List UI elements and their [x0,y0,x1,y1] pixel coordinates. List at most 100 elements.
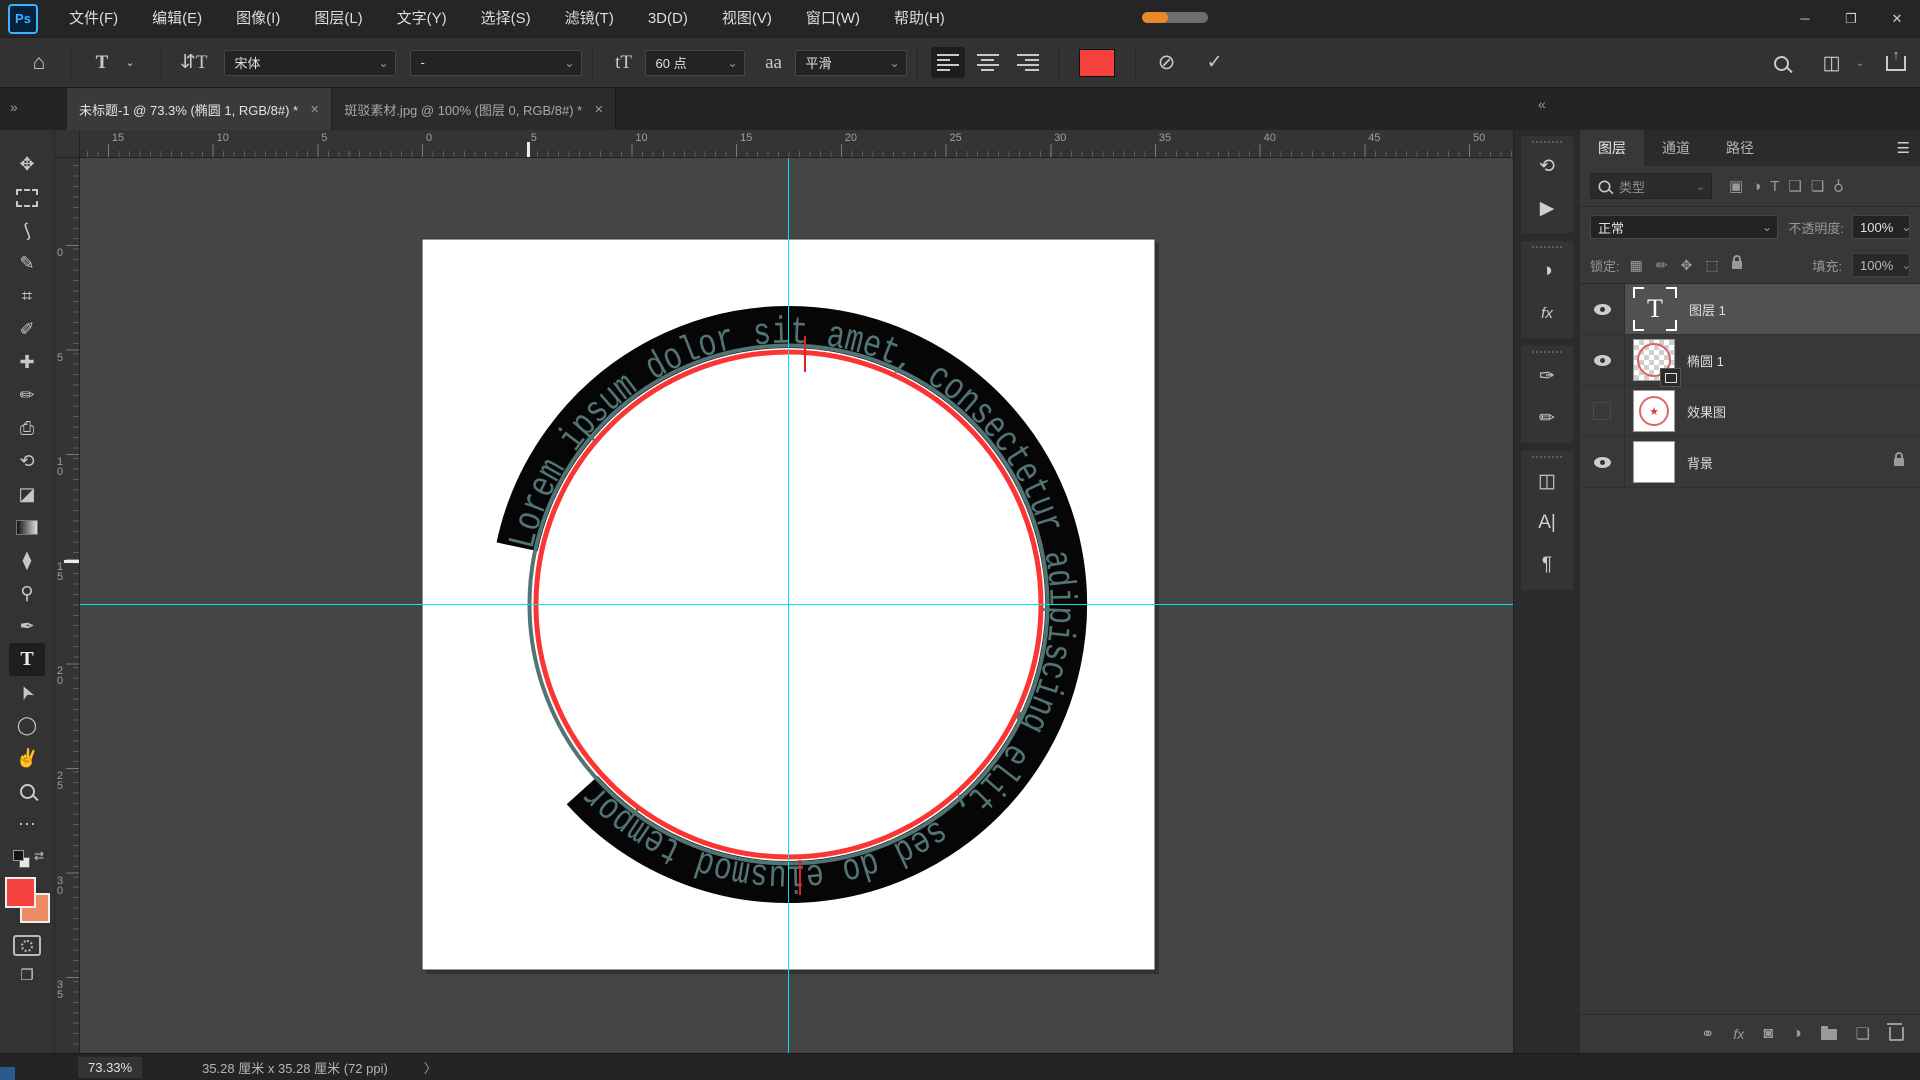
zoom-tool[interactable] [9,775,45,808]
home-icon[interactable]: ⌂ [26,51,52,75]
layer-content[interactable]: 椭圆 1 [1625,335,1920,385]
pen-tool[interactable]: ✒ [9,610,45,643]
close-tab-icon[interactable]: ✕ [594,103,603,116]
visibility-cell[interactable] [1580,386,1625,436]
menu-file[interactable]: 文件(F) [52,0,135,37]
type-tool-icon[interactable]: T [89,52,115,74]
new-layer-icon[interactable]: ❏ [1856,1024,1870,1044]
path-selection-tool[interactable]: ➤ [9,676,45,709]
lock-transparency-icon[interactable]: ▦ [1630,257,1643,274]
filter-smart-objects-icon[interactable]: ❏ [1811,177,1824,195]
actions-panel-icon[interactable]: ▶ [1521,187,1573,229]
crop-tool[interactable]: ⌗ [9,280,45,313]
ruler-horizontal[interactable]: 1510505101520253035404550 [80,130,1513,158]
opacity-select[interactable]: 100% ⌄ [1852,215,1910,239]
brush-settings-panel-icon[interactable]: ✑ [1521,355,1573,397]
menu-window[interactable]: 窗口(W) [789,0,877,37]
fill-select[interactable]: 100% ⌄ [1852,253,1910,277]
layer-thumbnail-shape[interactable] [1633,339,1675,381]
tab-layers[interactable]: 图层 [1580,130,1644,166]
eye-icon[interactable] [1594,304,1611,315]
gradient-tool[interactable] [9,511,45,544]
layer-style-icon[interactable]: fx [1733,1026,1744,1042]
layer-row[interactable]: ★效果图 [1580,386,1920,437]
filter-type-select[interactable]: 类型 ⌄ [1590,173,1712,199]
link-layers-icon[interactable]: ⚭ [1701,1024,1714,1044]
document-tab-1[interactable]: 未标题-1 @ 73.3% (椭圆 1, RGB/8#) *✕ [67,88,332,130]
add-layer-mask-icon[interactable]: ◙ [1763,1025,1773,1043]
search-icon[interactable] [1774,56,1789,71]
visibility-cell[interactable] [1580,335,1625,385]
tab-channels[interactable]: 通道 [1644,130,1708,166]
menu-layer[interactable]: 图层(L) [297,0,379,37]
align-right-button[interactable] [1011,47,1045,78]
eye-hidden-icon[interactable] [1593,402,1611,420]
workspace-switcher-icon[interactable]: ◫ [1819,52,1845,75]
menu-select[interactable]: 选择(S) [464,0,548,37]
font-family-select[interactable]: 宋体 ⌄ [224,50,396,76]
menu-filter[interactable]: 滤镜(T) [548,0,631,37]
zoom-level-field[interactable]: 73.33% [78,1057,142,1078]
paragraph-panel-icon[interactable]: ¶ [1521,544,1573,586]
ruler-vertical[interactable]: 05101520253035 [55,158,80,1053]
filter-adjustment-layers-icon[interactable]: ◑ [1752,178,1761,195]
canvas-viewport[interactable]: Lorem ipsum dolor sit amet, consectetur … [80,158,1513,1053]
menu-image[interactable]: 图像(I) [219,0,297,37]
drag-handle[interactable] [1532,141,1562,143]
menu-edit[interactable]: 编辑(E) [135,0,219,37]
anti-alias-select[interactable]: 平滑 ⌄ [795,50,907,76]
lasso-tool[interactable]: ʃ [9,214,45,247]
chevron-down-icon[interactable]: ⌄ [117,56,143,69]
add-adjustment-layer-icon[interactable]: ◑ [1792,1025,1802,1043]
lock-move-icon[interactable]: ✥ [1681,257,1693,274]
screen-mode-button[interactable]: ❐ [20,966,33,984]
visibility-cell[interactable] [1580,284,1625,334]
delete-layer-icon[interactable] [1889,1027,1904,1041]
layer-row[interactable]: T图层 1 [1580,284,1920,335]
layer-thumbnail-text[interactable]: T [1633,287,1677,331]
eye-icon[interactable] [1594,457,1611,468]
filter-shape-layers-icon[interactable]: ❑ [1788,177,1801,195]
filter-pixel-layers-icon[interactable]: ▣ [1729,177,1743,195]
layer-content[interactable]: ★效果图 [1625,386,1920,436]
character-panel-icon[interactable]: A| [1521,502,1573,544]
text-orientation-icon[interactable]: ⇵T [180,51,208,74]
ellipse-tool[interactable]: ◯ [9,709,45,742]
tab-paths[interactable]: 路径 [1708,130,1772,166]
menu-type[interactable]: 文字(Y) [380,0,464,37]
hand-tool[interactable]: ✌ [9,742,45,775]
type-tool[interactable]: T [9,643,45,676]
layer-thumbnail-image[interactable]: ★ [1633,390,1675,432]
commit-edits-icon[interactable]: ✓ [1202,51,1228,74]
align-center-button[interactable] [971,47,1005,78]
layer-thumbnail-background[interactable] [1633,441,1675,483]
clone-stamp-tool[interactable]: ⎙ [9,412,45,445]
healing-brush-tool[interactable]: ✚ [9,346,45,379]
drag-handle[interactable] [1532,456,1562,458]
status-options-icon[interactable]: 〉 [424,1058,437,1077]
font-style-select[interactable]: - ⌄ [410,50,582,76]
font-size-select[interactable]: 60 点 ⌄ [645,50,745,76]
filter-toggle-icon[interactable]: ⚲ [1833,177,1844,195]
layer-content[interactable]: T图层 1 [1625,284,1920,334]
close-button[interactable]: ✕ [1874,0,1920,37]
close-tab-icon[interactable]: ✕ [310,103,319,116]
layer-content[interactable]: 背景 [1625,437,1920,487]
collapse-panels-icon[interactable]: « [1538,96,1546,112]
dodge-tool[interactable]: ⚲ [9,577,45,610]
lock-all-icon[interactable] [1732,261,1742,269]
layer-row[interactable]: 椭圆 1 [1580,335,1920,386]
blur-tool[interactable]: ⧫ [9,544,45,577]
foreground-color-swatch[interactable] [5,877,36,908]
lock-artboard-icon[interactable]: ⬚ [1705,257,1718,274]
align-left-button[interactable] [931,47,965,78]
swap-colors-widget[interactable]: ⇄ [12,849,42,871]
move-tool[interactable]: ✥ [9,148,45,181]
layer-row[interactable]: 背景 [1580,437,1920,488]
text-color-swatch[interactable] [1079,49,1115,77]
lock-paint-icon[interactable]: ✏ [1656,257,1668,274]
expand-panels-icon[interactable]: » [10,99,18,115]
adjustments-panel-icon[interactable]: ◑ [1521,250,1573,292]
history-panel-icon[interactable]: ⟲ [1521,145,1573,187]
drag-handle[interactable] [1532,246,1562,248]
